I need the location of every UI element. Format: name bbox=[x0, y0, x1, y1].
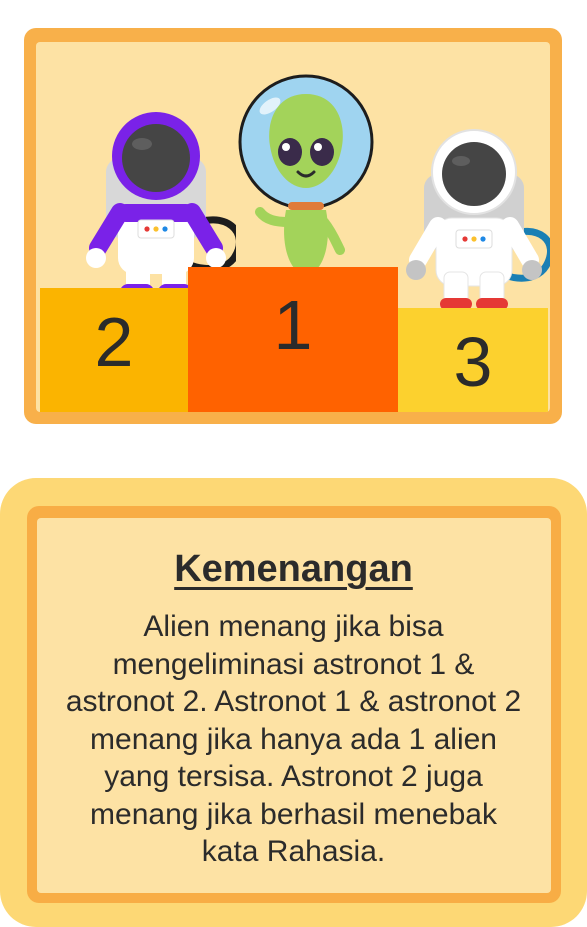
rules-line: astronot 2. Astronot 1 & astronot 2 bbox=[65, 685, 522, 718]
white-astronaut-icon bbox=[406, 129, 550, 310]
rules-line: Alien menang jika bisa bbox=[143, 610, 444, 643]
rules-line: menang jika hanya ada 1 alien bbox=[90, 722, 497, 756]
rules-line: yang tersisa. Astronot 2 juga bbox=[104, 760, 483, 793]
podium-step-second: 2 bbox=[40, 288, 188, 412]
rules-description: Alien menang jika bisa mengeliminasi ast… bbox=[0, 608, 587, 871]
rules-line: mengeliminasi astronot 1 & bbox=[112, 647, 475, 681]
podium-scene: 2 1 3 bbox=[36, 42, 550, 412]
rank-label: 3 bbox=[453, 323, 493, 401]
alien-icon bbox=[238, 74, 374, 287]
rules-card: Kemenangan Alien menang jika bisa mengel… bbox=[0, 478, 587, 927]
podium-step-third: 3 bbox=[398, 308, 548, 412]
podium-step-first: 1 bbox=[188, 267, 398, 412]
rules-title: Kemenangan bbox=[174, 548, 413, 590]
rank-label: 2 bbox=[94, 303, 134, 381]
rank-label: 1 bbox=[273, 286, 313, 364]
rules-line: kata Rahasia. bbox=[201, 835, 386, 868]
rules-line: menang jika berhasil menebak bbox=[90, 797, 497, 831]
podium-card: 2 1 3 bbox=[24, 28, 562, 424]
